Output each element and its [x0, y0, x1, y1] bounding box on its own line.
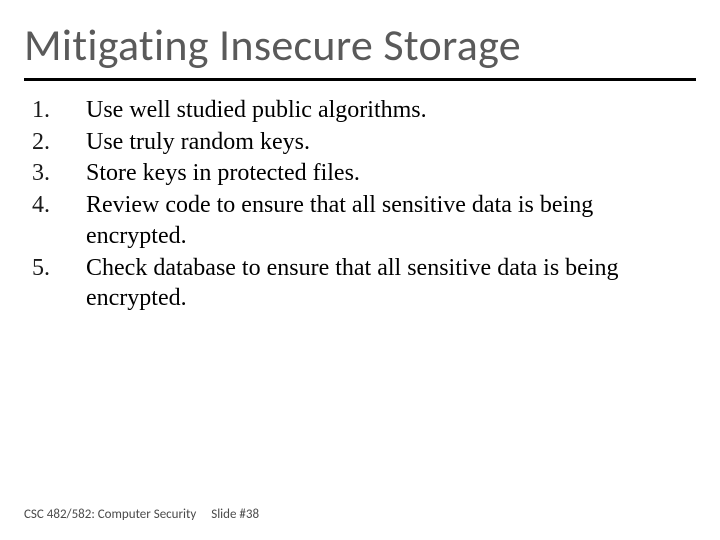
- title-underline: [24, 78, 696, 81]
- slide-footer: CSC 482/582: Computer Security Slide #38: [24, 507, 271, 522]
- list-item: 4. Review code to ensure that all sensit…: [32, 190, 696, 251]
- item-number: 5.: [32, 253, 86, 314]
- item-number: 4.: [32, 190, 86, 251]
- list-item: 1. Use well studied public algorithms.: [32, 95, 696, 126]
- item-text: Store keys in protected files.: [86, 158, 696, 189]
- list-item: 2. Use truly random keys.: [32, 127, 696, 158]
- footer-slide-number: Slide #38: [211, 507, 259, 522]
- list-item: 3. Store keys in protected files.: [32, 158, 696, 189]
- item-text: Review code to ensure that all sensitive…: [86, 190, 696, 251]
- item-number: 1.: [32, 95, 86, 126]
- footer-course: CSC 482/582: Computer Security: [24, 507, 196, 522]
- page-title: Mitigating Insecure Storage: [24, 18, 696, 72]
- item-number: 2.: [32, 127, 86, 158]
- item-text: Use well studied public algorithms.: [86, 95, 696, 126]
- item-text: Check database to ensure that all sensit…: [86, 253, 696, 314]
- list-item: 5. Check database to ensure that all sen…: [32, 253, 696, 314]
- item-text: Use truly random keys.: [86, 127, 696, 158]
- item-number: 3.: [32, 158, 86, 189]
- numbered-list: 1. Use well studied public algorithms. 2…: [24, 95, 696, 314]
- slide: Mitigating Insecure Storage 1. Use well …: [0, 0, 720, 540]
